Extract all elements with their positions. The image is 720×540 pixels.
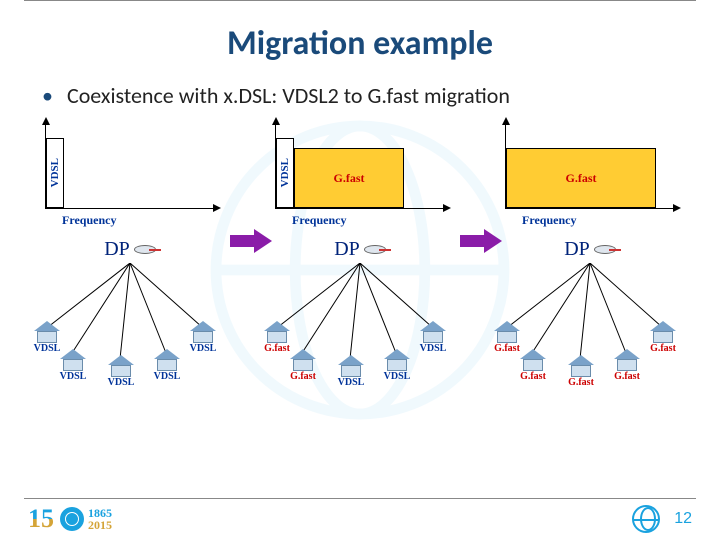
house-fan: VDSL VDSL VDSL VDSL VDSL <box>30 263 230 383</box>
spectrum-plot: VDSL <box>45 121 215 209</box>
itu-anniversary-logo: 15 1865 2015 <box>28 504 112 534</box>
dp-node-icon <box>364 245 386 254</box>
house-icon: VDSL <box>418 321 448 354</box>
footer-rule <box>24 498 696 499</box>
stages-row: VDSL Frequency DP VDSL VDSL VDSL VDSL VD… <box>0 121 720 383</box>
anniversary-number: 15 <box>28 504 54 534</box>
migration-arrow-icon <box>460 231 490 251</box>
page-number: 12 <box>674 510 692 528</box>
house-icon: VDSL <box>382 349 412 382</box>
dp-node-icon <box>594 245 616 254</box>
footer: 15 1865 2015 12 <box>0 498 720 534</box>
spectrum-plot: G.fast <box>505 121 675 209</box>
house-icon: G.fast <box>566 355 596 388</box>
x-axis-arrow-icon <box>213 204 221 212</box>
stage-2: VDSL G.fast Frequency DP G.fast G.fast V… <box>260 121 460 383</box>
dp-node-icon <box>134 245 156 254</box>
house-icon: VDSL <box>336 355 366 388</box>
bullet-row: • Coexistence with x.DSL: VDSL2 to G.fast… <box>42 82 678 109</box>
dp-label: DP <box>334 238 360 261</box>
house-fan: G.fast G.fast G.fast G.fast G.fast <box>490 263 690 383</box>
x-axis-arrow-icon <box>443 204 451 212</box>
house-icon: G.fast <box>648 321 678 354</box>
anniversary-years: 1865 2015 <box>88 507 112 531</box>
house-fan: G.fast G.fast VDSL VDSL VDSL <box>260 263 460 383</box>
dp-row: DP <box>104 238 156 261</box>
x-axis-label: Frequency <box>62 213 116 228</box>
y-axis-arrow-icon <box>272 117 280 125</box>
x-axis-label: Frequency <box>292 213 346 228</box>
itu-badge-icon <box>60 507 84 531</box>
slide-title: Migration example <box>0 23 720 64</box>
house-icon: VDSL <box>106 355 136 388</box>
dp-row: DP <box>334 238 386 261</box>
migration-arrow-icon <box>230 231 260 251</box>
house-icon: G.fast <box>612 349 642 382</box>
gfast-band: G.fast <box>294 148 404 208</box>
top-rule <box>24 0 696 1</box>
house-icon: VDSL <box>152 349 182 382</box>
x-axis-arrow-icon <box>673 204 681 212</box>
x-axis-label: Frequency <box>522 213 576 228</box>
bullet-dot: • <box>42 82 53 109</box>
itu-globe-icon <box>632 505 660 533</box>
dp-row: DP <box>564 238 616 261</box>
dp-label: DP <box>564 238 590 261</box>
house-icon: G.fast <box>288 349 318 382</box>
vdsl-band: VDSL <box>276 138 294 208</box>
footer-right: 12 <box>632 505 692 533</box>
stage-1: VDSL Frequency DP VDSL VDSL VDSL VDSL VD… <box>30 121 230 383</box>
y-axis-arrow-icon <box>42 117 50 125</box>
spectrum-plot: VDSL G.fast <box>275 121 445 209</box>
y-axis-arrow-icon <box>502 117 510 125</box>
vdsl-band: VDSL <box>46 138 64 208</box>
stage-3: G.fast Frequency DP G.fast G.fast G.fast… <box>490 121 690 383</box>
house-icon: VDSL <box>58 349 88 382</box>
gfast-band: G.fast <box>506 148 656 208</box>
bullet-text: Coexistence with x.DSL: VDSL2 to G.fast … <box>67 82 510 109</box>
dp-label: DP <box>104 238 130 261</box>
house-icon: VDSL <box>188 321 218 354</box>
house-icon: G.fast <box>518 349 548 382</box>
